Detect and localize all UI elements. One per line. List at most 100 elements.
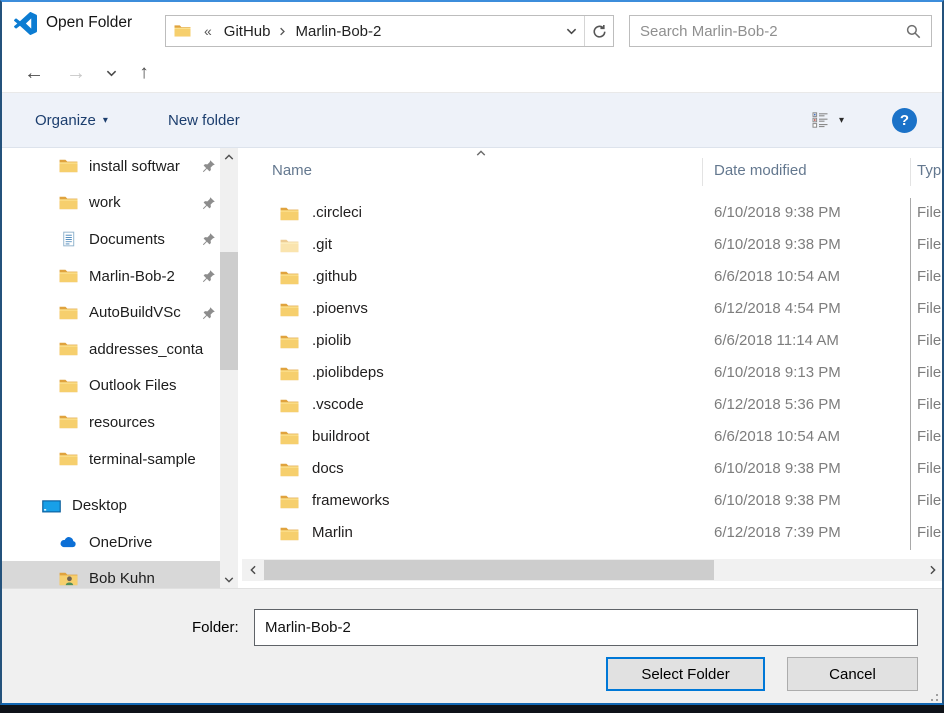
- onedrive-icon: [59, 534, 78, 550]
- sidebar-item-work[interactable]: work: [2, 185, 242, 222]
- sidebar-item-marlin-bob-2[interactable]: Marlin-Bob-2: [2, 258, 242, 295]
- vscode-icon: [14, 12, 37, 35]
- file-name: buildroot: [312, 428, 370, 445]
- documents-icon: [59, 231, 78, 247]
- pin-icon: [202, 232, 216, 246]
- resize-grip[interactable]: [926, 689, 938, 701]
- folder-icon: [280, 302, 299, 318]
- back-button[interactable]: ←: [18, 57, 50, 89]
- sidebar-item-desktop[interactable]: Desktop: [2, 487, 242, 524]
- forward-arrow-icon: →: [66, 62, 86, 85]
- scroll-up-button[interactable]: [220, 148, 238, 165]
- folder-icon: [59, 378, 78, 394]
- column-header-name[interactable]: Name: [272, 162, 312, 179]
- file-type: File: [917, 300, 941, 317]
- sidebar-scrollbar[interactable]: [220, 148, 238, 588]
- cancel-button[interactable]: Cancel: [787, 657, 918, 691]
- address-bar[interactable]: « GitHub Marlin-Bob-2: [165, 15, 614, 47]
- sidebar-item-label: terminal-sample: [89, 451, 216, 468]
- file-name: .piolib: [312, 332, 351, 349]
- file-row-buildroot[interactable]: buildroot6/6/2018 10:54 AMFile: [242, 422, 942, 454]
- file-list: .circleci6/10/2018 9:38 PMFile.git6/10/2…: [242, 198, 942, 550]
- command-toolbar: Organize ▾ New folder ▾ ?: [2, 93, 942, 148]
- details-view-icon: [812, 112, 829, 128]
- search-icon[interactable]: [906, 24, 921, 39]
- footer-panel: Folder: Select Folder Cancel: [2, 588, 942, 703]
- refresh-icon: [592, 24, 607, 39]
- folder-icon: [59, 414, 78, 430]
- file-date-modified: 6/10/2018 9:38 PM: [714, 492, 841, 509]
- breadcrumb-ellipsis[interactable]: «: [204, 23, 212, 39]
- sidebar-item-autobuildvsc[interactable]: AutoBuildVSc: [2, 294, 242, 331]
- file-row-piolibdeps[interactable]: .piolibdeps6/10/2018 9:13 PMFile: [242, 358, 942, 390]
- file-row-piolib[interactable]: .piolib 6/6/2018 11:14 AM File: [242, 326, 942, 358]
- file-row-docs[interactable]: docs6/10/2018 9:38 PMFile: [242, 454, 942, 486]
- folder-icon: [174, 24, 191, 38]
- file-row-marlin[interactable]: Marlin6/12/2018 7:39 PMFile: [242, 518, 942, 550]
- column-divider[interactable]: [702, 158, 703, 186]
- change-view-button[interactable]: ▾: [812, 93, 844, 147]
- scroll-down-button[interactable]: [220, 571, 238, 588]
- file-row-git[interactable]: .git6/10/2018 9:38 PMFile: [242, 230, 942, 262]
- folder-icon: [280, 270, 299, 286]
- file-date-modified: 6/12/2018 4:54 PM: [714, 300, 841, 317]
- column-divider[interactable]: [910, 158, 911, 186]
- select-folder-button[interactable]: Select Folder: [606, 657, 765, 691]
- file-row-pioenvs[interactable]: .pioenvs 6/12/2018 4:54 PM File: [242, 294, 942, 326]
- horizontal-scrollbar[interactable]: [242, 559, 942, 581]
- refresh-button[interactable]: [585, 16, 613, 46]
- column-header-type[interactable]: Typ: [917, 162, 941, 179]
- file-date-modified: 6/12/2018 7:39 PM: [714, 524, 841, 541]
- file-date-modified: 6/6/2018 11:14 AM: [714, 332, 839, 349]
- breadcrumb-marlin-bob-2[interactable]: Marlin-Bob-2: [289, 23, 387, 40]
- file-list-pane: Name Date modified Typ .circleci6/10/201…: [242, 148, 942, 588]
- file-name: .pioenvs: [312, 300, 368, 317]
- sidebar-item-bob-kuhn[interactable]: Bob Kuhn: [2, 561, 220, 588]
- address-dropdown-button[interactable]: [558, 26, 584, 37]
- organize-button[interactable]: Organize ▾: [35, 93, 108, 147]
- search-input[interactable]: [630, 23, 906, 40]
- file-row-vscode[interactable]: .vscode6/12/2018 5:36 PMFile: [242, 390, 942, 422]
- sidebar-item-label: work: [89, 194, 198, 211]
- scroll-left-button[interactable]: [244, 559, 262, 581]
- column-headers: Name Date modified Typ: [242, 148, 942, 198]
- forward-button[interactable]: →: [60, 57, 92, 89]
- column-header-date-modified[interactable]: Date modified: [714, 162, 807, 179]
- recent-locations-button[interactable]: [98, 57, 124, 89]
- scrollbar-thumb[interactable]: [220, 252, 238, 370]
- file-type: File: [917, 268, 941, 285]
- scrollbar-thumb[interactable]: [264, 560, 714, 580]
- new-folder-button[interactable]: New folder: [168, 93, 240, 147]
- file-date-modified: 6/10/2018 9:38 PM: [714, 236, 841, 253]
- sidebar-item-addresses-conta[interactable]: addresses_conta: [2, 331, 242, 368]
- folder-name-input[interactable]: [254, 609, 918, 646]
- sidebar-item-onedrive[interactable]: OneDrive: [2, 524, 242, 561]
- file-row-circleci[interactable]: .circleci6/10/2018 9:38 PMFile: [242, 198, 942, 230]
- file-row-github[interactable]: .github6/6/2018 10:54 AMFile: [242, 262, 942, 294]
- chevron-down-icon: [566, 26, 577, 37]
- sidebar-item-install-softwar[interactable]: install softwar: [2, 148, 242, 185]
- breadcrumb-github[interactable]: GitHub: [218, 23, 277, 40]
- sidebar-item-outlook-files[interactable]: Outlook Files: [2, 368, 242, 405]
- help-button[interactable]: ?: [892, 108, 917, 133]
- file-type: File: [917, 364, 941, 381]
- sidebar-item-documents[interactable]: Documents: [2, 221, 242, 258]
- file-type: File: [917, 396, 941, 413]
- folder-icon: [59, 195, 78, 211]
- sidebar-item-label: Marlin-Bob-2: [89, 268, 198, 285]
- up-button[interactable]: ↑: [128, 57, 160, 89]
- scroll-right-button[interactable]: [924, 559, 942, 581]
- folder-label: Folder:: [192, 619, 239, 636]
- sidebar-item-label: AutoBuildVSc: [89, 304, 198, 321]
- folder-icon: [59, 451, 78, 467]
- folder-icon: [280, 430, 299, 446]
- sidebar-item-resources[interactable]: resources: [2, 404, 242, 441]
- file-row-frameworks[interactable]: frameworks6/10/2018 9:38 PMFile: [242, 486, 942, 518]
- file-type: File: [917, 332, 941, 349]
- file-name: .piolibdeps: [312, 364, 384, 381]
- file-type: File: [917, 428, 941, 445]
- sidebar-item-terminal-sample[interactable]: terminal-sample: [2, 441, 242, 478]
- sidebar-item-label: Bob Kuhn: [89, 570, 194, 587]
- folder-icon: [59, 158, 78, 174]
- sidebar-item-label: Documents: [89, 231, 198, 248]
